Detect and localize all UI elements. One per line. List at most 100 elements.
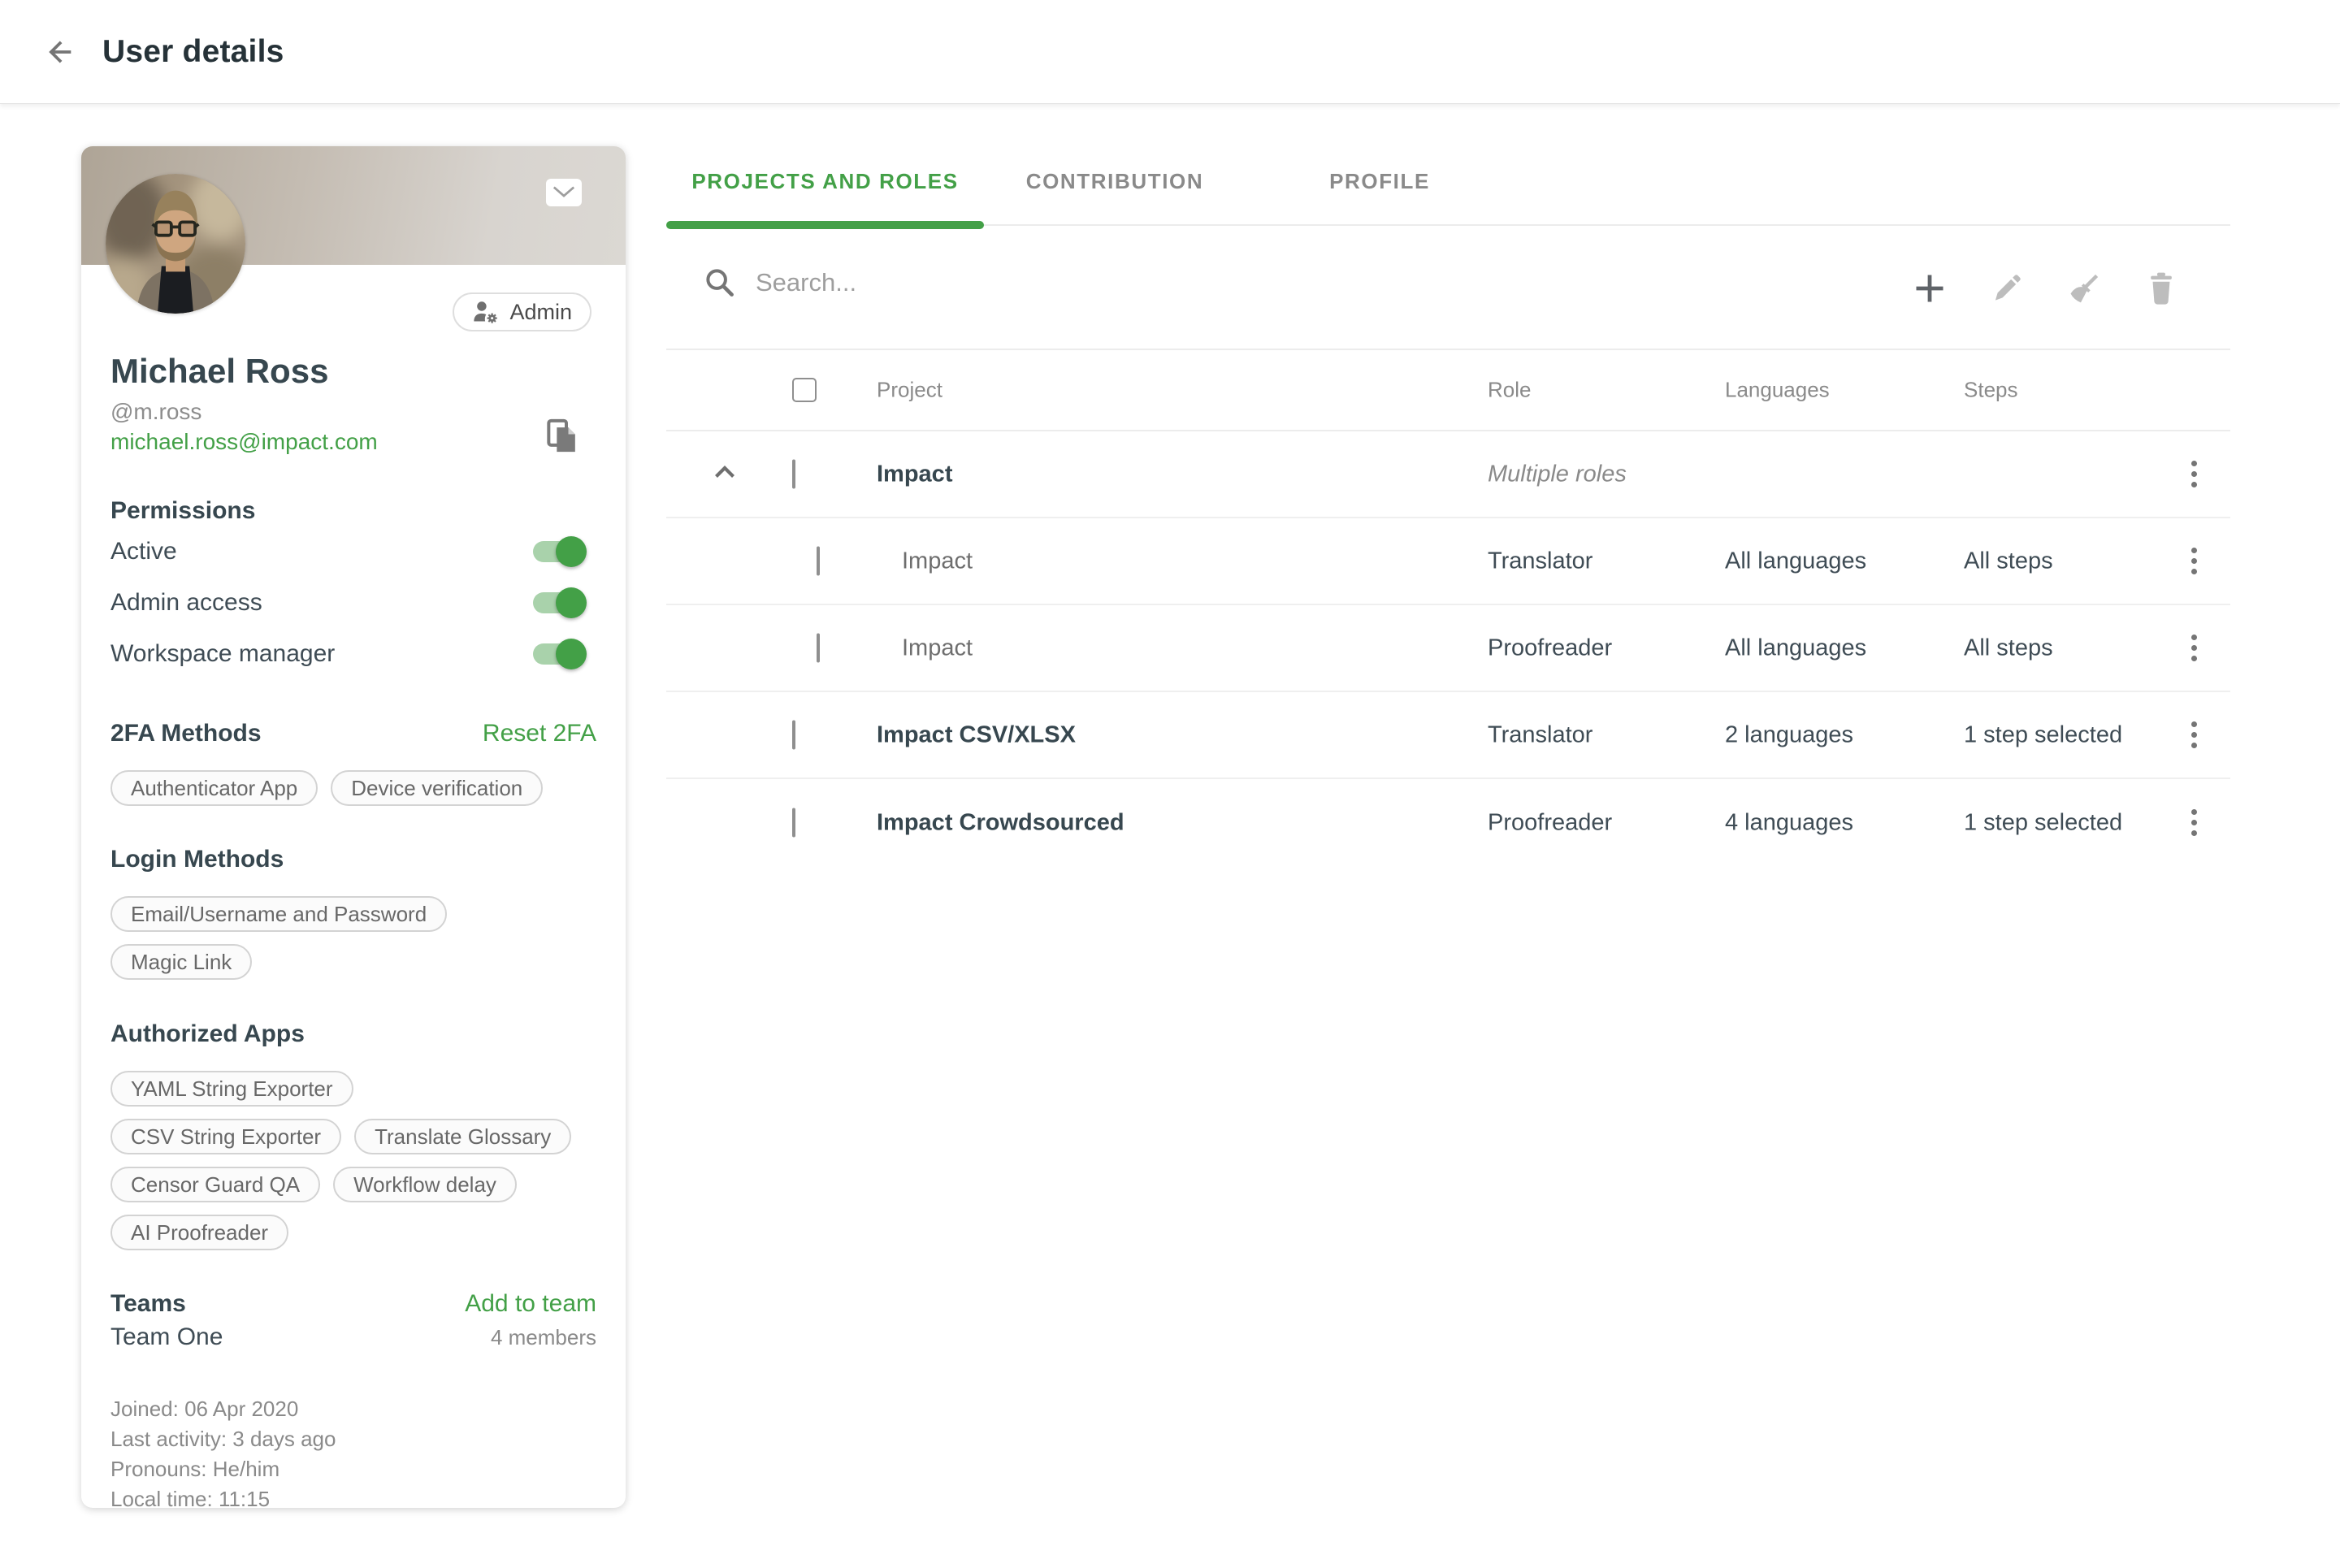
table-header-row: Project Role Languages Steps xyxy=(666,350,2230,431)
login-method-chip: Email/Username and Password xyxy=(110,896,447,932)
authorized-app-chip: CSV String Exporter xyxy=(110,1119,341,1154)
authorized-apps-heading: Authorized Apps xyxy=(110,1020,596,1049)
user-meta: Joined: 06 Apr 2020 Last activity: 3 day… xyxy=(110,1394,596,1508)
login-method-chip: Magic Link xyxy=(110,944,252,980)
column-steps: Steps xyxy=(1964,378,2018,403)
meta-pronouns: Pronouns: He/him xyxy=(110,1454,596,1484)
select-all-checkbox[interactable] xyxy=(792,378,817,402)
tab-projects-and-roles[interactable]: PROJECTS AND ROLES xyxy=(666,138,984,224)
row-menu-button[interactable] xyxy=(2174,799,2213,847)
steps-value: All steps xyxy=(1964,635,2053,661)
team-row[interactable]: Team One 4 members xyxy=(110,1323,596,1351)
authorized-app-chip: YAML String Exporter xyxy=(110,1071,353,1107)
admin-role-badge: Admin xyxy=(453,292,592,331)
table-row-impact-translator: Impact Translator All languages All step… xyxy=(666,518,2230,605)
details-panel: PROJECTS AND ROLES CONTRIBUTION PROFILE xyxy=(666,138,2230,866)
column-role: Role xyxy=(1488,378,1531,403)
table-row-impact-csv-xlsx: Impact CSV/XLSX Translator 2 languages 1… xyxy=(666,692,2230,779)
permission-row-workspace-manager: Workspace manager xyxy=(110,628,596,679)
toggle-label: Active xyxy=(110,538,177,565)
table-row-impact-proofreader: Impact Proofreader All languages All ste… xyxy=(666,605,2230,692)
edit-button[interactable] xyxy=(1987,268,2027,309)
project-name: Impact xyxy=(902,548,973,574)
authorized-app-chip: Workflow delay xyxy=(333,1167,517,1202)
team-name: Team One xyxy=(110,1323,223,1351)
authorized-app-chip: Translate Glossary xyxy=(354,1119,571,1154)
meta-last-activity: Last activity: 3 days ago xyxy=(110,1424,596,1454)
search-input[interactable] xyxy=(756,268,1373,297)
column-project: Project xyxy=(877,378,942,403)
tab-contribution[interactable]: CONTRIBUTION xyxy=(984,138,1246,224)
copy-email-button[interactable] xyxy=(544,418,580,457)
project-name: Impact xyxy=(902,635,973,661)
meta-local-time: Local time: 11:15 xyxy=(110,1484,596,1508)
table-row-group-impact: Impact Multiple roles xyxy=(666,431,2230,518)
languages-value: All languages xyxy=(1725,548,1866,574)
row-checkbox[interactable] xyxy=(792,720,795,749)
app-header: User details xyxy=(0,0,2340,104)
edit-pencil-icon xyxy=(1989,271,2025,306)
active-toggle[interactable] xyxy=(533,541,583,562)
languages-value: 4 languages xyxy=(1725,809,1853,836)
reset-2fa-button[interactable]: Reset 2FA xyxy=(483,720,596,747)
row-checkbox[interactable] xyxy=(792,808,795,837)
languages-value: 2 languages xyxy=(1725,721,1853,748)
permissions-heading: Permissions xyxy=(110,496,596,526)
mail-icon xyxy=(549,182,578,203)
permission-row-admin-access: Admin access xyxy=(110,577,596,628)
send-email-button[interactable] xyxy=(546,179,582,206)
user-handle: @m.ross xyxy=(110,398,596,426)
workspace-manager-toggle[interactable] xyxy=(533,643,583,665)
trash-icon xyxy=(2143,271,2179,306)
delete-button[interactable] xyxy=(2141,268,2182,309)
user-name: Michael Ross xyxy=(110,352,596,391)
page-title: User details xyxy=(102,34,284,70)
broom-icon xyxy=(2066,271,2102,306)
row-menu-button[interactable] xyxy=(2174,537,2213,586)
role-value: Translator xyxy=(1488,721,1592,748)
tab-bar: PROJECTS AND ROLES CONTRIBUTION PROFILE xyxy=(666,138,2230,226)
chevron-up-icon xyxy=(710,458,739,487)
team-members-count: 4 members xyxy=(491,1325,596,1350)
languages-value: All languages xyxy=(1725,635,1866,661)
admin-access-toggle[interactable] xyxy=(533,592,583,613)
arrow-left-icon xyxy=(44,36,76,68)
project-name: Impact CSV/XLSX xyxy=(877,721,1076,748)
table-toolbar xyxy=(666,226,2230,350)
steps-value: All steps xyxy=(1964,548,2053,574)
clean-button[interactable] xyxy=(2064,268,2104,309)
row-checkbox[interactable] xyxy=(792,459,795,488)
project-name: Impact Crowdsourced xyxy=(877,809,1124,836)
twofa-heading: 2FA Methods xyxy=(110,719,262,748)
row-menu-button[interactable] xyxy=(2174,711,2213,760)
twofa-chip: Authenticator App xyxy=(110,770,318,806)
collapse-group-button[interactable] xyxy=(707,457,743,492)
row-checkbox[interactable] xyxy=(817,633,820,662)
authorized-app-chip: Censor Guard QA xyxy=(110,1167,320,1202)
meta-joined: Joined: 06 Apr 2020 xyxy=(110,1394,596,1424)
teams-heading: Teams xyxy=(110,1289,186,1319)
login-methods-heading: Login Methods xyxy=(110,845,596,874)
row-checkbox[interactable] xyxy=(817,546,820,575)
plus-icon xyxy=(1912,271,1948,306)
permission-row-active: Active xyxy=(110,526,596,577)
role-value: Proofreader xyxy=(1488,809,1612,836)
row-menu-button[interactable] xyxy=(2174,450,2213,499)
twofa-chip: Device verification xyxy=(331,770,543,806)
toggle-label: Workspace manager xyxy=(110,640,335,668)
copy-icon xyxy=(546,418,578,455)
user-card: Admin Michael Ross @m.ross michael.ross@… xyxy=(81,146,626,1508)
role-value: Multiple roles xyxy=(1488,461,1627,487)
search-icon xyxy=(704,266,736,299)
authorized-app-chip: AI Proofreader xyxy=(110,1215,288,1250)
user-email-link[interactable]: michael.ross@impact.com xyxy=(110,429,378,454)
row-menu-button[interactable] xyxy=(2174,624,2213,673)
role-value: Translator xyxy=(1488,548,1592,574)
column-languages: Languages xyxy=(1725,378,1830,403)
admin-user-icon xyxy=(472,301,500,323)
toggle-label: Admin access xyxy=(110,589,262,617)
add-to-team-button[interactable]: Add to team xyxy=(465,1290,596,1318)
back-button[interactable] xyxy=(36,28,84,76)
add-button[interactable] xyxy=(1909,268,1950,309)
tab-profile[interactable]: PROFILE xyxy=(1246,138,1514,224)
